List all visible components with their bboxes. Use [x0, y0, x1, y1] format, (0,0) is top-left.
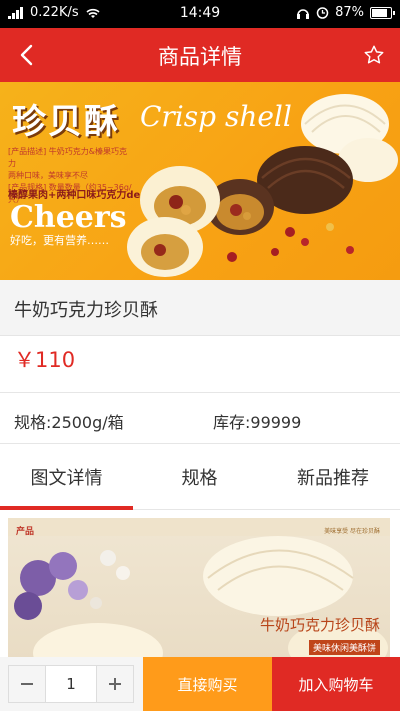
- tab-specifications[interactable]: 规格: [133, 446, 266, 510]
- battery-fill: [372, 8, 387, 17]
- divider: [0, 443, 400, 444]
- detail-tabs: 图文详情 规格 新品推荐: [0, 446, 400, 510]
- banner-title-cn: 珍贝酥: [12, 102, 120, 142]
- banner-desc-line-2: 两种口味，美味享不尽: [8, 171, 88, 180]
- quantity-input[interactable]: 1: [45, 666, 97, 702]
- increase-button[interactable]: [97, 666, 133, 702]
- banner-tagline: 好吃，更有营养……: [10, 234, 109, 247]
- detail-label-tagline: 美味享受 尽在珍贝酥: [324, 528, 380, 535]
- star-icon: [364, 45, 384, 64]
- battery-icon: [370, 6, 395, 19]
- minus-icon: [21, 683, 33, 685]
- detail-image: 产品 美味享受 尽在珍贝酥 牛奶巧克力珍贝酥 美味休闲美酥饼: [8, 518, 390, 663]
- headphones-icon: [297, 8, 310, 19]
- product-specs-row: 规格:2500g/箱 库存:99999: [0, 406, 400, 434]
- detail-product-name: 牛奶巧克力珍贝酥: [259, 616, 380, 634]
- quantity-stepper: 1: [8, 665, 134, 703]
- buy-now-button[interactable]: 直接购买: [143, 657, 272, 711]
- product-name-row: 牛奶巧克力珍贝酥: [0, 280, 400, 336]
- alarm-icon: [316, 7, 329, 19]
- banner-title-en: Crisp shell: [140, 100, 292, 133]
- detail-label-product: 产品: [16, 527, 35, 537]
- product-name: 牛奶巧克力珍贝酥: [14, 300, 158, 321]
- add-to-cart-button[interactable]: 加入购物车: [272, 657, 400, 711]
- product-price: ￥110: [14, 348, 76, 372]
- product-detail-page: 0.22K/s 14:49 87% 商品详情 珍贝酥 Crisp shell […: [0, 0, 400, 711]
- tab-new-products[interactable]: 新品推荐: [266, 446, 400, 510]
- plus-icon: [109, 678, 121, 690]
- product-banner-image: 珍贝酥 Crisp shell [产品描述] 牛奶巧克力&榛果巧克力 两种口味，…: [0, 82, 400, 280]
- page-title: 商品详情: [158, 45, 242, 69]
- banner-desc-line-1: [产品描述] 牛奶巧克力&榛果巧克力: [8, 147, 128, 168]
- app-header: 商品详情: [0, 28, 400, 82]
- status-bar: 0.22K/s 14:49 87%: [0, 0, 400, 28]
- product-spec: 规格:2500g/箱: [14, 413, 124, 432]
- banner-cheers: Cheers: [10, 200, 127, 235]
- divider: [0, 392, 400, 393]
- status-right: 87%: [296, 5, 395, 20]
- favorite-button[interactable]: [356, 37, 392, 73]
- detail-sub-label: 美味休闲美酥饼: [308, 640, 380, 655]
- decrease-button[interactable]: [9, 666, 45, 702]
- tab-graphic-details[interactable]: 图文详情: [0, 446, 133, 510]
- bottom-action-bar: 1 直接购买 加入购物车: [0, 657, 400, 711]
- banner-slogan: 榛醇果肉+两种口味巧克力de: [8, 190, 141, 201]
- product-stock: 库存:99999: [213, 413, 302, 432]
- battery-percent: 87%: [335, 5, 364, 20]
